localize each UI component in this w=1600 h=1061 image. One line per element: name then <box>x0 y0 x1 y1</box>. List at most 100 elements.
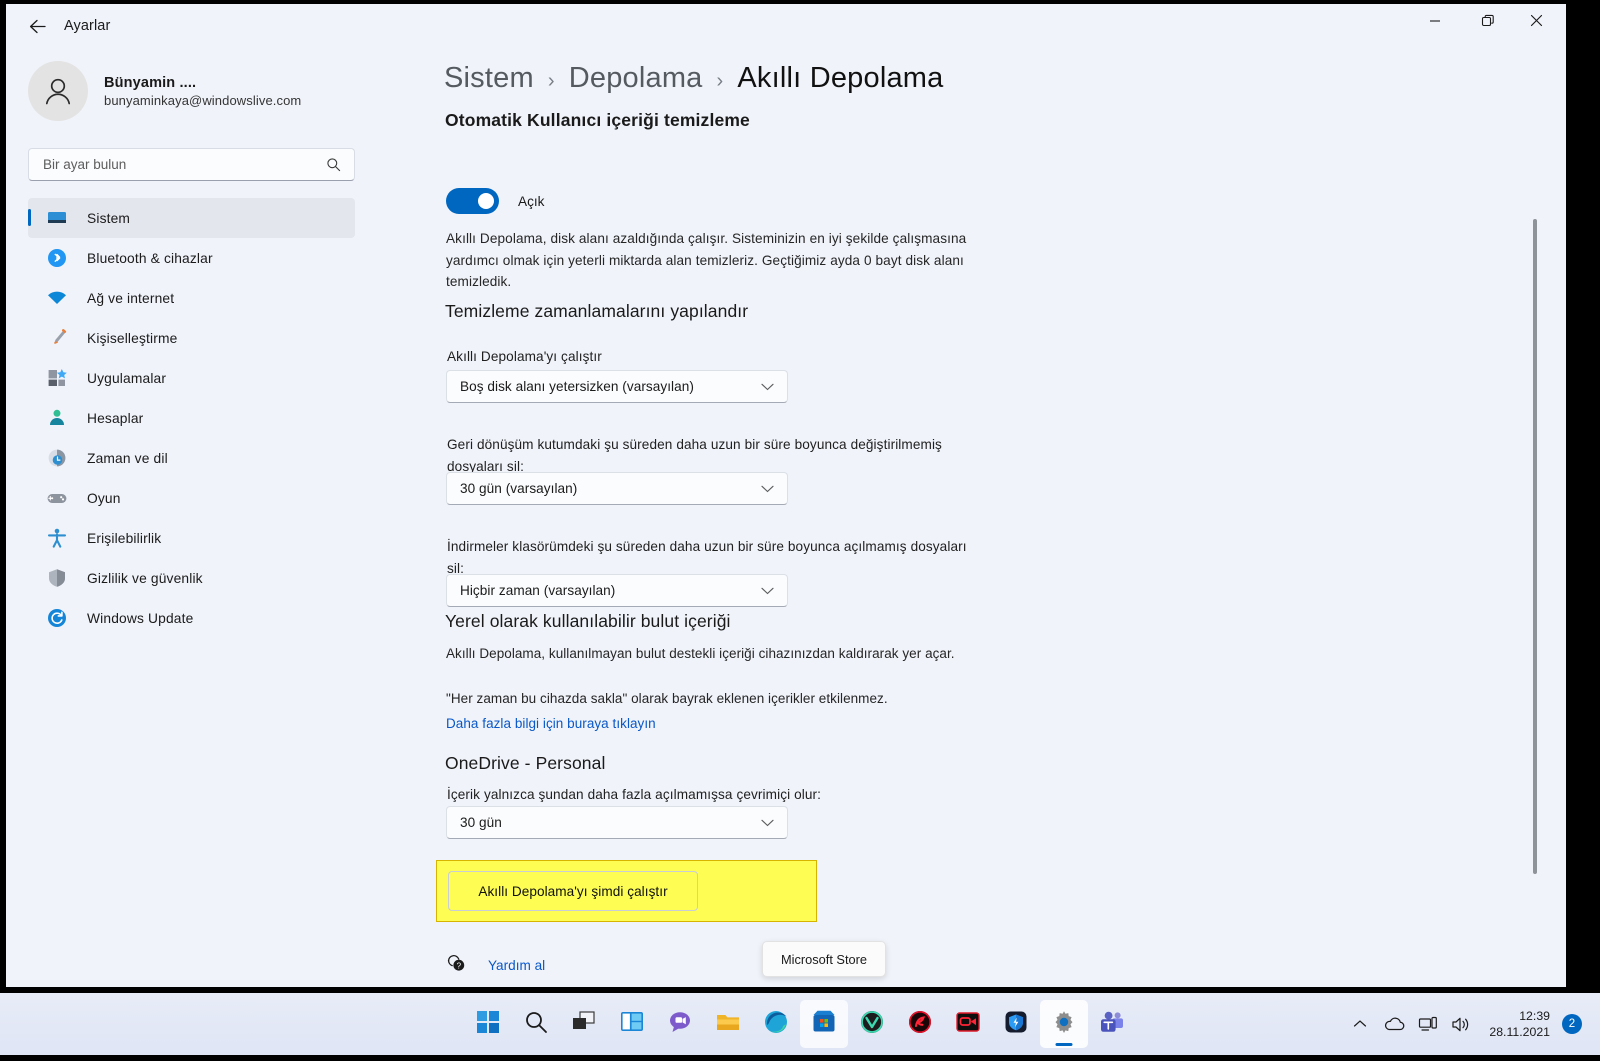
field-label-downloads: İndirmeler klasörümdeki şu süreden daha … <box>447 539 967 576</box>
cloud-icon <box>1385 1017 1405 1030</box>
back-button[interactable] <box>20 10 54 42</box>
combo-value: 30 gün <box>460 815 502 830</box>
combo-run-storage-sense[interactable]: Boş disk alanı yetersizken (varsayılan) <box>446 370 788 403</box>
sidebar-item-uygulamalar[interactable]: Uygulamalar <box>28 358 355 398</box>
taskbar-red-app-button[interactable] <box>896 1000 944 1048</box>
search-icon <box>523 1009 549 1040</box>
chevron-down-icon <box>761 587 787 595</box>
sidebar-item-sistem[interactable]: Sistem <box>28 198 355 238</box>
onedrive-tray-button[interactable] <box>1377 1003 1411 1045</box>
folder-icon <box>717 1014 739 1030</box>
sidebar-item-eri-ilebilirlik[interactable]: Erişilebilirlik <box>28 518 355 558</box>
widgets-icon <box>619 1009 645 1040</box>
storage-sense-description: Akıllı Depolama, disk alanı azaldığında … <box>446 231 967 289</box>
vivaldi-icon <box>861 1010 883 1033</box>
gear-icon <box>1055 1010 1073 1033</box>
title-bar: Ayarlar <box>6 4 1566 48</box>
sidebar-item-ki-iselle-tirme[interactable]: Kişiselleştirme <box>28 318 355 358</box>
gamepad-icon <box>47 494 67 503</box>
sidebar-item-zaman-ve-dil[interactable]: Zaman ve dil <box>28 438 355 478</box>
taskbar-task-view-button[interactable] <box>560 1000 608 1048</box>
search-icon <box>326 157 354 172</box>
taskbar-microsoft-store-button[interactable] <box>800 1000 848 1048</box>
search-icon <box>526 1011 547 1033</box>
taskbar-widgets-button[interactable] <box>608 1000 656 1048</box>
monitor-icon <box>48 212 66 223</box>
breadcrumb-current: Akıllı Depolama <box>737 62 944 94</box>
taskbar-chat-button[interactable] <box>656 1000 704 1048</box>
clock-globe-icon <box>48 449 66 467</box>
search-box[interactable] <box>28 148 355 181</box>
taskbar-file-explorer-button[interactable] <box>704 1000 752 1048</box>
taskbar-edge-button[interactable] <box>752 1000 800 1048</box>
close-icon <box>1530 14 1543 27</box>
taskbar-search-button[interactable] <box>512 1000 560 1048</box>
account-card[interactable]: Bünyamin .... bunyaminkaya@windowslive.c… <box>28 61 301 121</box>
get-help-link[interactable]: Yardım al <box>488 958 545 973</box>
teams-icon <box>1101 1011 1123 1032</box>
restore-icon <box>1481 14 1494 26</box>
wifi-icon <box>48 291 66 304</box>
taskbar-start-button[interactable] <box>464 1000 512 1048</box>
taskbar-teams-button[interactable] <box>1088 1000 1136 1048</box>
shield-icon <box>44 565 70 591</box>
storage-sense-toggle[interactable] <box>446 188 499 214</box>
speaker-icon <box>1452 1017 1469 1031</box>
breadcrumb-depolama[interactable]: Depolama <box>569 62 703 95</box>
update-refresh-icon <box>44 605 70 631</box>
cloud-paragraph-2: "Her zaman bu cihazda sakla" olarak bayr… <box>446 691 888 706</box>
account-name: Bünyamin .... <box>104 74 197 91</box>
sidebar-item-a-ve-internet[interactable]: Ağ ve internet <box>28 278 355 318</box>
store-icon <box>811 1009 837 1040</box>
sidebar-item-label: Uygulamalar <box>87 370 167 386</box>
paintbrush-icon <box>44 325 70 351</box>
sidebar-item-oyun[interactable]: Oyun <box>28 478 355 518</box>
maximize-button[interactable] <box>1464 4 1511 37</box>
storage-sense-toggle-row: Açık <box>446 188 544 214</box>
sidebar-item-gizlilik-ve-g-venlik[interactable]: Gizlilik ve güvenlik <box>28 558 355 598</box>
sidebar-item-label: Gizlilik ve güvenlik <box>87 570 203 586</box>
cloud-paragraph-1: Akıllı Depolama, kullanılmayan bulut des… <box>446 646 955 661</box>
combo-onedrive[interactable]: 30 gün <box>446 806 788 839</box>
run-storage-sense-now-button[interactable]: Akıllı Depolama'yı şimdi çalıştır <box>448 871 698 911</box>
close-button[interactable] <box>1513 4 1560 37</box>
bluetooth-icon <box>48 249 66 267</box>
cloud-learn-more-link[interactable]: Daha fazla bilgi için buraya tıklayın <box>446 716 656 731</box>
minimize-icon <box>1429 19 1440 22</box>
account-email: bunyaminkaya@windowslive.com <box>104 92 302 108</box>
taskbar-vivaldi-button[interactable] <box>848 1000 896 1048</box>
sidebar-item-windows-update[interactable]: Windows Update <box>28 598 355 638</box>
main-content: Sistem › Depolama › Akıllı Depolama Otom… <box>368 48 1566 987</box>
combo-recycle-bin[interactable]: 30 gün (varsayılan) <box>446 472 788 505</box>
combo-downloads[interactable]: Hiçbir zaman (varsayılan) <box>446 574 788 607</box>
clock-time: 12:39 <box>1519 1009 1550 1023</box>
red-circle-app-icon <box>909 1010 931 1033</box>
sidebar-item-hesaplar[interactable]: Hesaplar <box>28 398 355 438</box>
network-tray-button[interactable] <box>1411 1003 1445 1045</box>
svg-text:?: ? <box>457 962 462 971</box>
bluetooth-icon <box>44 245 70 271</box>
sidebar-nav: Sistem Bluetooth & cihazlar Ağ ve internet… <box>28 198 355 638</box>
sidebar-item-bluetooth-cihazlar[interactable]: Bluetooth & cihazlar <box>28 238 355 278</box>
clock[interactable]: 12:39 28.11.2021 <box>1479 1008 1562 1040</box>
red-circle-app-icon <box>907 1009 933 1040</box>
notification-badge[interactable]: 2 <box>1562 1014 1582 1034</box>
clock-date: 28.11.2021 <box>1489 1025 1550 1039</box>
minimize-button[interactable] <box>1411 4 1458 37</box>
toggle-knob <box>478 193 494 209</box>
sidebar-item-label: Kişiselleştirme <box>87 330 178 346</box>
store-icon <box>813 1010 835 1031</box>
taskbar-blue-shield-app-button[interactable] <box>992 1000 1040 1048</box>
gamepad-icon <box>44 485 70 511</box>
tray-overflow-button[interactable] <box>1343 1003 1377 1045</box>
breadcrumb-sistem[interactable]: Sistem <box>444 62 534 95</box>
taskbar-settings-button[interactable] <box>1040 1000 1088 1048</box>
paintbrush-icon <box>54 329 67 344</box>
teams-icon <box>1099 1009 1125 1040</box>
chevron-up-icon <box>1354 1020 1367 1027</box>
taskbar-screen-recorder-button[interactable] <box>944 1000 992 1048</box>
search-input[interactable] <box>29 157 326 172</box>
taskbar: 12:39 28.11.2021 2 <box>0 993 1600 1055</box>
volume-tray-button[interactable] <box>1445 1003 1479 1045</box>
vertical-scrollbar[interactable] <box>1533 219 1537 874</box>
